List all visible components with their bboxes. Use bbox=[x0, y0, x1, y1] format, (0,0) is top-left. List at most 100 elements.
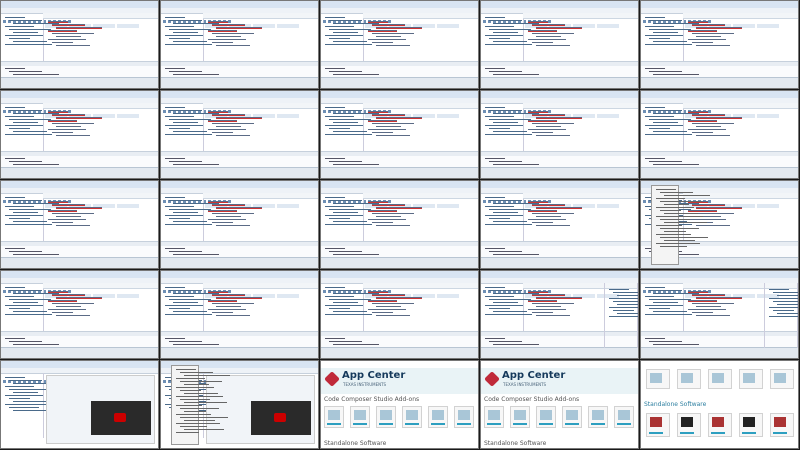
code-editor bbox=[364, 109, 476, 152]
addon-card[interactable] bbox=[376, 406, 396, 428]
code-line bbox=[613, 310, 634, 311]
code-line bbox=[329, 110, 362, 111]
code-line bbox=[656, 198, 685, 199]
addon-button bbox=[327, 423, 341, 425]
addon-card[interactable] bbox=[484, 406, 504, 428]
ide-screenshot-9[interactable] bbox=[480, 90, 639, 179]
code-line bbox=[9, 398, 30, 399]
code-line bbox=[180, 381, 222, 382]
code-line bbox=[212, 132, 233, 133]
code-line bbox=[216, 298, 262, 299]
ide-screenshot-3[interactable] bbox=[320, 0, 479, 89]
addon-icon bbox=[432, 410, 444, 420]
ide-screenshot-19[interactable] bbox=[480, 270, 639, 359]
code-line bbox=[48, 121, 77, 122]
welcome-video-1[interactable] bbox=[0, 360, 159, 449]
code-line bbox=[329, 38, 350, 39]
code-line bbox=[769, 316, 798, 317]
addon-card[interactable] bbox=[588, 406, 608, 428]
ide-screenshot-15[interactable] bbox=[640, 180, 799, 269]
code-line bbox=[489, 218, 510, 219]
code-line bbox=[485, 158, 505, 159]
code-line bbox=[56, 225, 90, 226]
code-line bbox=[536, 118, 582, 119]
code-line bbox=[212, 123, 254, 124]
code-line bbox=[485, 107, 505, 108]
code-line bbox=[660, 219, 690, 220]
code-line bbox=[493, 32, 518, 33]
code-line bbox=[696, 45, 730, 46]
ide-screenshot-10[interactable] bbox=[640, 90, 799, 179]
code-line bbox=[325, 68, 345, 69]
ide-screenshot-18[interactable] bbox=[320, 270, 479, 359]
code-line bbox=[493, 311, 527, 312]
code-line bbox=[485, 68, 505, 69]
ide-screenshot-8[interactable] bbox=[320, 90, 479, 179]
addon-card[interactable] bbox=[402, 406, 422, 428]
ide-screenshot-1[interactable] bbox=[0, 0, 159, 89]
app-center-2[interactable]: App Center TEXAS INSTRUMENTS Code Composer… bbox=[480, 360, 639, 449]
ide-screenshot-7[interactable] bbox=[160, 90, 319, 179]
addon-card[interactable] bbox=[562, 406, 582, 428]
welcome-video-2[interactable] bbox=[160, 360, 319, 449]
code-line bbox=[56, 36, 81, 37]
addon-icon bbox=[592, 410, 604, 420]
code-line bbox=[528, 211, 557, 212]
play-button-icon[interactable] bbox=[114, 413, 126, 422]
code-line bbox=[528, 292, 548, 293]
ide-screenshot-6[interactable] bbox=[0, 90, 159, 179]
code-line bbox=[528, 112, 548, 113]
addon-card[interactable] bbox=[614, 406, 634, 428]
section-heading: Standalone Software bbox=[484, 440, 547, 447]
addon-card[interactable] bbox=[510, 406, 530, 428]
code-line bbox=[329, 161, 362, 162]
code-line bbox=[664, 240, 695, 241]
ide-screenshot-11[interactable] bbox=[0, 180, 159, 269]
code-line bbox=[208, 31, 237, 32]
code-line bbox=[528, 121, 557, 122]
ide-screenshot-14[interactable] bbox=[480, 180, 639, 269]
ide-screenshot-16[interactable] bbox=[0, 270, 159, 359]
code-line bbox=[5, 68, 25, 69]
code-line bbox=[165, 197, 185, 198]
code-line bbox=[688, 31, 717, 32]
code-line bbox=[325, 296, 354, 297]
ide-screenshot-13[interactable] bbox=[320, 180, 479, 269]
code-line bbox=[485, 206, 514, 207]
addon-card[interactable] bbox=[536, 406, 556, 428]
software-card bbox=[646, 413, 670, 437]
code-line bbox=[180, 426, 207, 427]
play-button-icon[interactable] bbox=[274, 413, 286, 422]
console-panel bbox=[161, 61, 318, 78]
addon-card[interactable] bbox=[350, 406, 370, 428]
addon-card[interactable] bbox=[324, 406, 344, 428]
code-line bbox=[333, 74, 379, 75]
ide-screenshot-5[interactable] bbox=[640, 0, 799, 89]
code-line bbox=[329, 71, 362, 72]
app-center-1[interactable]: App Center TEXAS INSTRUMENTS Code Composer… bbox=[320, 360, 479, 449]
code-line bbox=[208, 301, 237, 302]
ide-screenshot-17[interactable] bbox=[160, 270, 319, 359]
status-bar bbox=[161, 347, 318, 358]
software-icon bbox=[774, 417, 786, 427]
ide-screenshot-4[interactable] bbox=[480, 0, 639, 89]
code-line bbox=[777, 295, 798, 296]
code-editor bbox=[44, 109, 156, 152]
code-line bbox=[333, 344, 379, 345]
code-line bbox=[660, 192, 693, 193]
ide-screenshot-2[interactable] bbox=[160, 0, 319, 89]
code-line bbox=[169, 38, 190, 39]
code-line bbox=[368, 112, 388, 113]
code-line bbox=[180, 417, 228, 418]
addon-card[interactable] bbox=[454, 406, 474, 428]
ide-screenshot-12[interactable] bbox=[160, 180, 319, 269]
addon-card[interactable] bbox=[428, 406, 448, 428]
software-icon bbox=[681, 417, 693, 427]
code-line bbox=[376, 135, 410, 136]
code-line bbox=[485, 305, 523, 306]
code-line bbox=[613, 301, 638, 302]
ide-screenshot-20[interactable] bbox=[640, 270, 799, 359]
code-line bbox=[165, 68, 185, 69]
console-header bbox=[481, 62, 638, 66]
app-center-3[interactable]: Standalone Software bbox=[640, 360, 799, 449]
